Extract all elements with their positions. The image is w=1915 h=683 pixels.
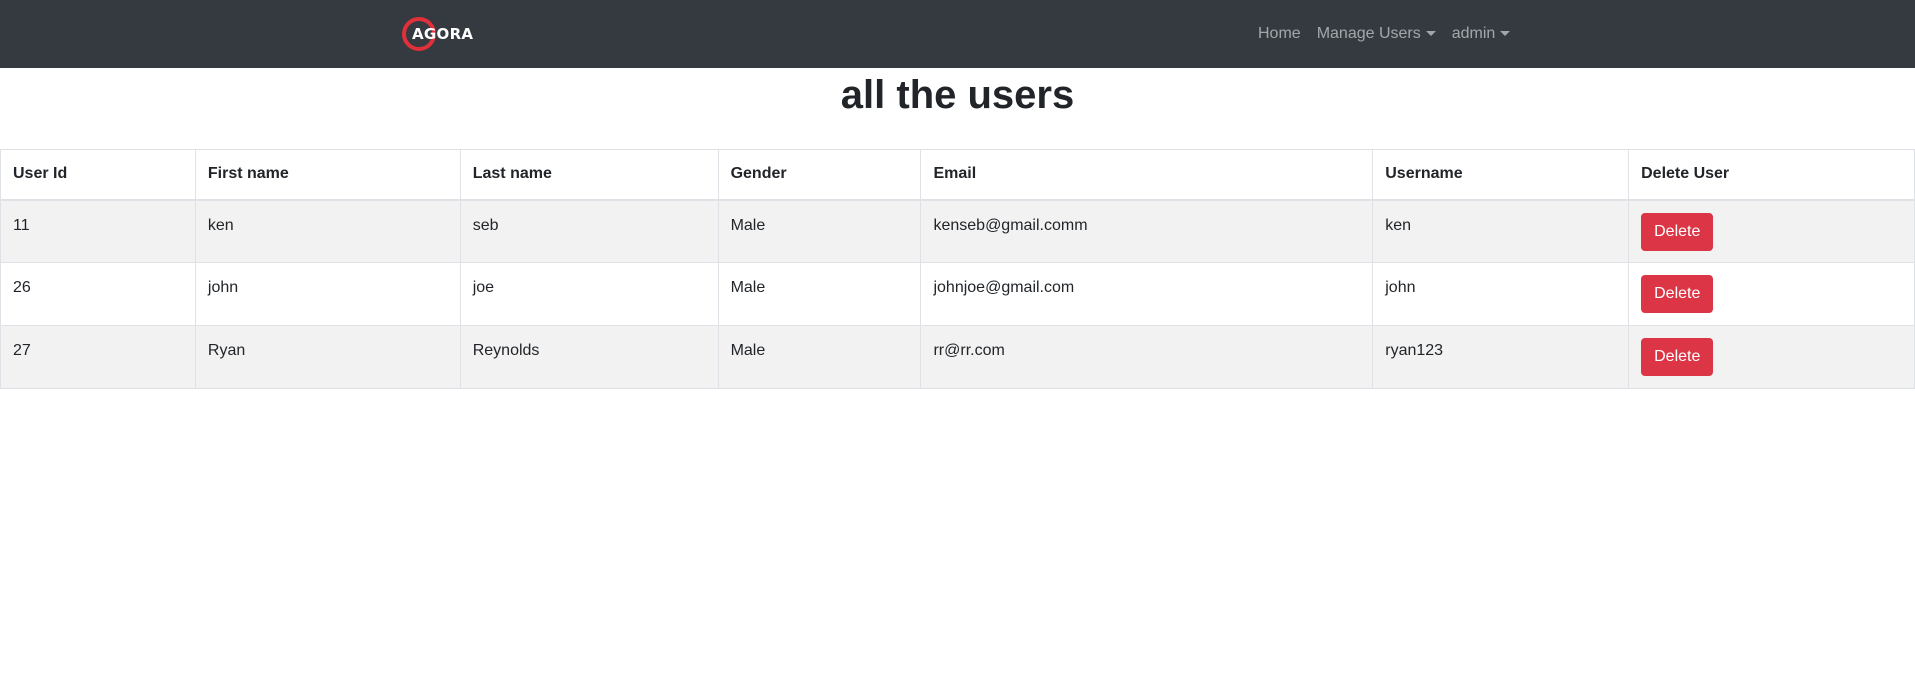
cell-last-name: seb (459, 199, 719, 263)
nav-menu: Home Manage Users admin (1250, 0, 1518, 68)
cell-last-name: Reynolds (459, 325, 719, 389)
brand-logo[interactable]: AGORA (402, 15, 476, 53)
caret-down-icon (1425, 30, 1436, 36)
cell-delete-action: Delete (1628, 262, 1915, 326)
cell-gender: Male (717, 325, 922, 389)
nav-home-link[interactable]: Home (1250, 0, 1309, 68)
nav-home-label: Home (1258, 25, 1301, 42)
cell-gender: Male (717, 199, 922, 263)
table-row: 11 ken seb Male kenseb@gmail.comm ken De… (0, 199, 1915, 263)
cell-email: rr@rr.com (920, 325, 1374, 389)
cell-email: johnjoe@gmail.com (920, 262, 1374, 326)
column-header-delete-user: Delete User (1628, 149, 1915, 201)
cell-first-name: ken (194, 199, 461, 263)
nav-admin-dropdown[interactable]: admin (1444, 0, 1519, 68)
cell-username: ryan123 (1372, 325, 1630, 389)
brand-name: AGORA (412, 25, 474, 43)
cell-first-name: Ryan (194, 325, 461, 389)
caret-down-icon (1500, 30, 1511, 36)
page-title: all the users (840, 73, 1075, 117)
cell-email: kenseb@gmail.comm (920, 199, 1374, 263)
column-header-username: Username (1372, 149, 1630, 201)
cell-username: john (1372, 262, 1630, 326)
nav-manage-users-label: Manage Users (1316, 25, 1421, 42)
cell-first-name: john (194, 262, 461, 326)
column-header-user-id: User Id (0, 149, 196, 201)
users-table: User Id First name Last name Gender Emai… (0, 149, 1915, 389)
table-header: User Id First name Last name Gender Emai… (0, 149, 1915, 201)
column-header-gender: Gender (717, 149, 922, 201)
cell-user-id: 27 (0, 325, 196, 389)
nav-admin-label: admin (1451, 25, 1496, 42)
cell-user-id: 26 (0, 262, 196, 326)
delete-user-button[interactable]: Delete (1641, 212, 1714, 251)
column-header-last-name: Last name (459, 149, 719, 201)
table-row: 27 Ryan Reynolds Male rr@rr.com ryan123 … (0, 325, 1915, 389)
header-row: User Id First name Last name Gender Emai… (0, 149, 1915, 201)
top-navbar: AGORA Home Manage Users admin (0, 0, 1915, 68)
cell-delete-action: Delete (1628, 325, 1915, 389)
column-header-email: Email (920, 149, 1374, 201)
delete-user-button[interactable]: Delete (1641, 338, 1714, 376)
cell-username: ken (1372, 199, 1630, 263)
column-header-first-name: First name (194, 149, 461, 201)
table-body: 11 ken seb Male kenseb@gmail.comm ken De… (0, 199, 1915, 389)
cell-user-id: 11 (0, 199, 196, 263)
cell-delete-action: Delete (1628, 199, 1915, 263)
cell-last-name: joe (459, 262, 719, 326)
delete-user-button[interactable]: Delete (1641, 275, 1714, 313)
table-row: 26 john joe Male johnjoe@gmail.com john … (0, 262, 1915, 326)
nav-manage-users-dropdown[interactable]: Manage Users (1309, 0, 1444, 68)
cell-gender: Male (717, 262, 922, 326)
